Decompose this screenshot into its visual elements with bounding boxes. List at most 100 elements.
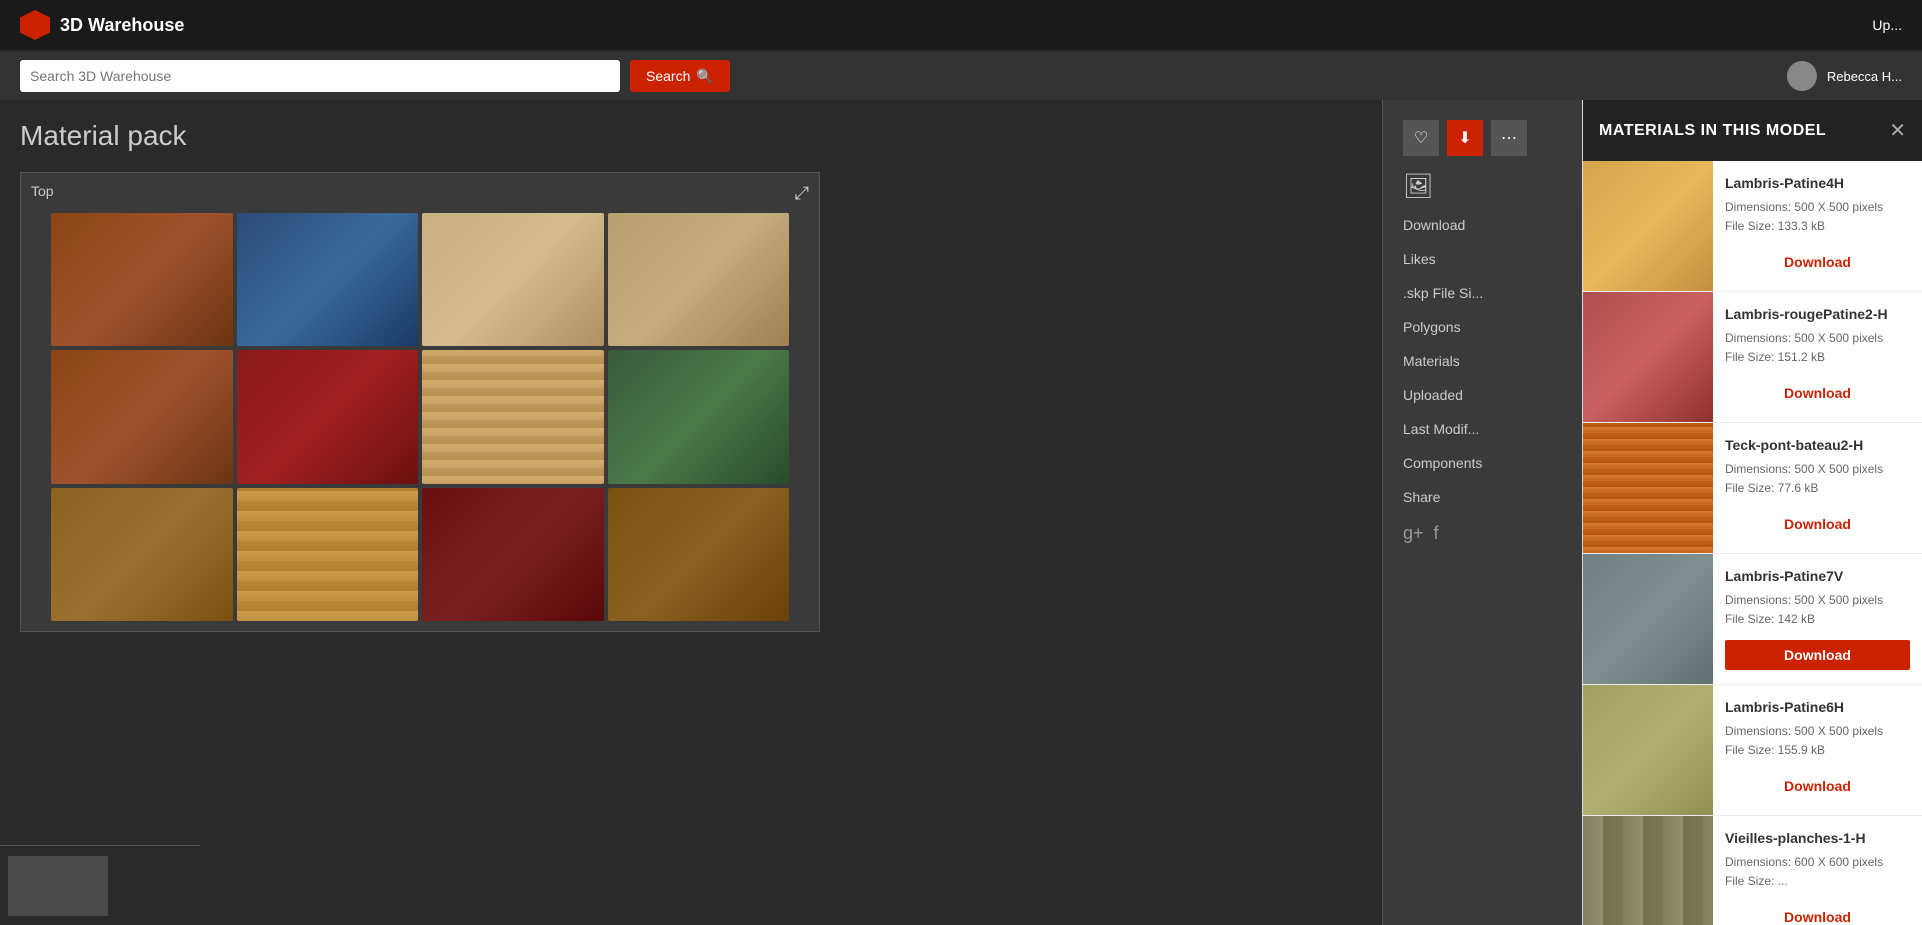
share-icons: g+ f (1403, 523, 1562, 544)
material-info-5: Vieilles-planches-1-H Dimensions: 600 X 6… (1713, 816, 1922, 925)
sidebar-item-1[interactable]: Likes (1403, 251, 1562, 269)
material-download-button-0[interactable]: Download (1725, 247, 1910, 277)
more-button[interactable]: ⋯ (1491, 120, 1527, 156)
material-download-button-3[interactable]: Download (1725, 640, 1910, 670)
material-info-4: Lambris-Patine6H Dimensions: 500 X 500 pi… (1713, 685, 1922, 815)
material-name-1: Lambris-rougePatine2-H (1725, 306, 1910, 322)
grid-cell-8 (608, 350, 790, 483)
search-input[interactable] (20, 60, 620, 92)
sidebar-item-6[interactable]: Last Modif... (1403, 421, 1562, 439)
grid-cell-2 (237, 213, 419, 346)
material-thumb-5 (1583, 816, 1713, 925)
grid-cell-12 (608, 488, 790, 621)
material-info-2: Teck-pont-bateau2-H Dimensions: 500 X 500… (1713, 423, 1922, 553)
left-panel: Material pack Top ⤢ (0, 100, 1382, 925)
material-name-5: Vieilles-planches-1-H (1725, 830, 1910, 846)
material-thumb-1 (1583, 292, 1713, 422)
model-grid (21, 173, 819, 631)
sidebar-items: Download Likes .skp File Si... Polygons Mate… (1403, 217, 1562, 473)
sidebar-item-2[interactable]: .skp File Si... (1403, 285, 1562, 303)
material-download-button-1[interactable]: Download (1725, 378, 1910, 408)
material-thumb-2 (1583, 423, 1713, 553)
material-item: Lambris-Patine7V Dimensions: 500 X 500 pi… (1583, 554, 1922, 685)
material-item: Vieilles-planches-1-H Dimensions: 600 X 6… (1583, 816, 1922, 925)
sidebar-item-4[interactable]: Materials (1403, 353, 1562, 371)
sidebar-image-icon: 🖼 (1403, 172, 1562, 201)
grid-cell-10 (237, 488, 419, 621)
grid-cell-1 (51, 213, 233, 346)
sidebar-item-label-2: .skp File Si... (1403, 285, 1483, 301)
search-bar: Search 🔍 Rebecca H... (0, 52, 1922, 100)
materials-title: MATERIALS IN THIS MODEL (1599, 122, 1826, 140)
like-button[interactable]: ♡ (1403, 120, 1439, 156)
share-label: Share (1403, 489, 1440, 505)
sidebar-item-label-3: Polygons (1403, 319, 1461, 335)
search-icon: 🔍 (696, 68, 713, 85)
material-dims-1: Dimensions: 500 X 500 pixelsFile Size: 1… (1725, 329, 1910, 367)
material-thumb-3 (1583, 554, 1713, 684)
material-download-button-2[interactable]: Download (1725, 509, 1910, 539)
material-name-3: Lambris-Patine7V (1725, 568, 1910, 584)
thumb-strip (0, 845, 200, 925)
material-info-1: Lambris-rougePatine2-H Dimensions: 500 X … (1713, 292, 1922, 422)
share-item[interactable]: Share (1403, 489, 1562, 507)
material-dims-2: Dimensions: 500 X 500 pixelsFile Size: 7… (1725, 460, 1910, 498)
facebook-icon[interactable]: f (1434, 523, 1439, 544)
grid-cell-7 (422, 350, 604, 483)
material-name-4: Lambris-Patine6H (1725, 699, 1910, 715)
user-area: Rebecca H... (1787, 61, 1902, 91)
material-download-button-5[interactable]: Download (1725, 902, 1910, 925)
material-item: Lambris-rougePatine2-H Dimensions: 500 X … (1583, 292, 1922, 423)
material-download-button-4[interactable]: Download (1725, 771, 1910, 801)
sidebar-item-label-5: Uploaded (1403, 387, 1463, 403)
materials-list: Lambris-Patine4H Dimensions: 500 X 500 pi… (1583, 161, 1922, 925)
gplus-icon[interactable]: g+ (1403, 523, 1424, 544)
close-button[interactable]: ✕ (1889, 118, 1906, 143)
material-name-2: Teck-pont-bateau2-H (1725, 437, 1910, 453)
grid-cell-3 (422, 213, 604, 346)
right-info-sidebar: ♡ ⬇ ⋯ 🖼 Download Likes .skp File Si... Poly… (1382, 100, 1582, 925)
sidebar-item-label-7: Components (1403, 455, 1482, 471)
expand-icon[interactable]: ⤢ (795, 183, 809, 204)
avatar (1787, 61, 1817, 91)
sidebar-item-5[interactable]: Uploaded (1403, 387, 1562, 405)
material-thumb-0 (1583, 161, 1713, 291)
download-button[interactable]: ⬇ (1447, 120, 1483, 156)
sidebar-item-7[interactable]: Components (1403, 455, 1562, 473)
material-dims-4: Dimensions: 500 X 500 pixelsFile Size: 1… (1725, 722, 1910, 760)
search-label: Search (646, 68, 690, 84)
material-item: Lambris-Patine6H Dimensions: 500 X 500 pi… (1583, 685, 1922, 816)
material-dims-5: Dimensions: 600 X 600 pixelsFile Size: .… (1725, 853, 1910, 891)
upload-button[interactable]: Up... (1872, 17, 1902, 33)
material-item: Lambris-Patine4HDimensions: 500 X 500 pi… (1583, 161, 1922, 292)
grid-cell-6 (237, 350, 419, 483)
materials-header: MATERIALS IN THIS MODEL ✕ (1583, 100, 1922, 161)
logo-icon (20, 10, 50, 40)
main-content: Material pack Top ⤢ (0, 100, 1922, 925)
sidebar-item-3[interactable]: Polygons (1403, 319, 1562, 337)
material-thumb-4 (1583, 685, 1713, 815)
sidebar-item-label-0: Download (1403, 217, 1465, 233)
materials-panel: MATERIALS IN THIS MODEL ✕ Lambris-Patine… (1582, 100, 1922, 925)
grid-cell-5 (51, 350, 233, 483)
sidebar-item-label-1: Likes (1403, 251, 1436, 267)
sidebar-item-label-6: Last Modif... (1403, 421, 1479, 437)
grid-cell-9 (51, 488, 233, 621)
user-name: Rebecca H... (1827, 69, 1902, 84)
grid-cell-4 (608, 213, 790, 346)
page-title: Material pack (20, 120, 1362, 152)
logo[interactable]: 3D Warehouse (20, 10, 184, 40)
thumb-1[interactable] (8, 856, 108, 916)
search-button[interactable]: Search 🔍 (630, 60, 730, 92)
logo-text: 3D Warehouse (60, 15, 184, 36)
action-buttons: ♡ ⬇ ⋯ (1403, 120, 1562, 156)
material-name-0: Lambris-Patine4H (1725, 175, 1910, 191)
material-info-0: Lambris-Patine4HDimensions: 500 X 500 pi… (1713, 161, 1922, 291)
material-info-3: Lambris-Patine7V Dimensions: 500 X 500 pi… (1713, 554, 1922, 684)
sidebar-item-label-4: Materials (1403, 353, 1460, 369)
sidebar-item-0[interactable]: Download (1403, 217, 1562, 235)
grid-cell-11 (422, 488, 604, 621)
model-viewer: Top ⤢ (20, 172, 820, 632)
material-dims-3: Dimensions: 500 X 500 pixelsFile Size: 1… (1725, 591, 1910, 629)
material-item: Teck-pont-bateau2-H Dimensions: 500 X 500… (1583, 423, 1922, 554)
